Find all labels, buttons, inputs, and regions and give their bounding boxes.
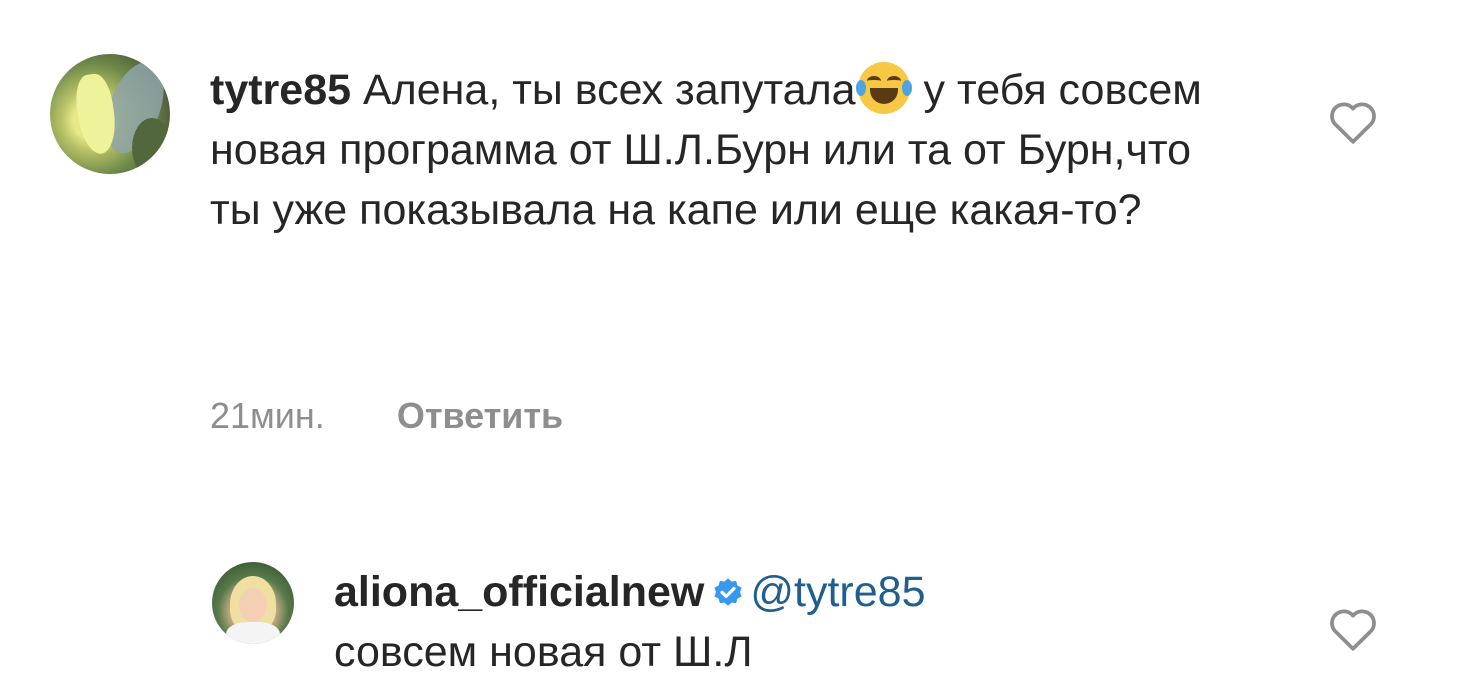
reply-username[interactable]: aliona_officialnew [334,568,704,616]
comment-timestamp: 21мин. [210,395,325,436]
avatar-detail [132,118,170,174]
reply-text: совсем новая от Ш.Л [334,628,753,676]
comment-username[interactable]: tytre85 [210,66,351,114]
avatar[interactable] [50,54,170,174]
avatar[interactable] [212,562,294,644]
reply-body: aliona_officialnew @tytre85 совсем новая… [334,562,1234,682]
mention-link[interactable]: @tytre85 [750,568,925,616]
comment-meta: 21мин. Ответить [210,395,563,437]
heart-icon[interactable] [1328,99,1378,145]
comment-text-part1: Алена, ты всех запутала [362,66,856,114]
reply-button[interactable]: Ответить [397,395,563,436]
avatar-detail [226,622,280,644]
laughing-emoji-icon [855,62,912,114]
comment-body: tytre85 Алена, ты всех запутала у тебя с… [210,60,1210,240]
verified-badge-icon [714,578,742,606]
avatar-detail [239,588,267,622]
heart-icon[interactable] [1328,606,1378,652]
